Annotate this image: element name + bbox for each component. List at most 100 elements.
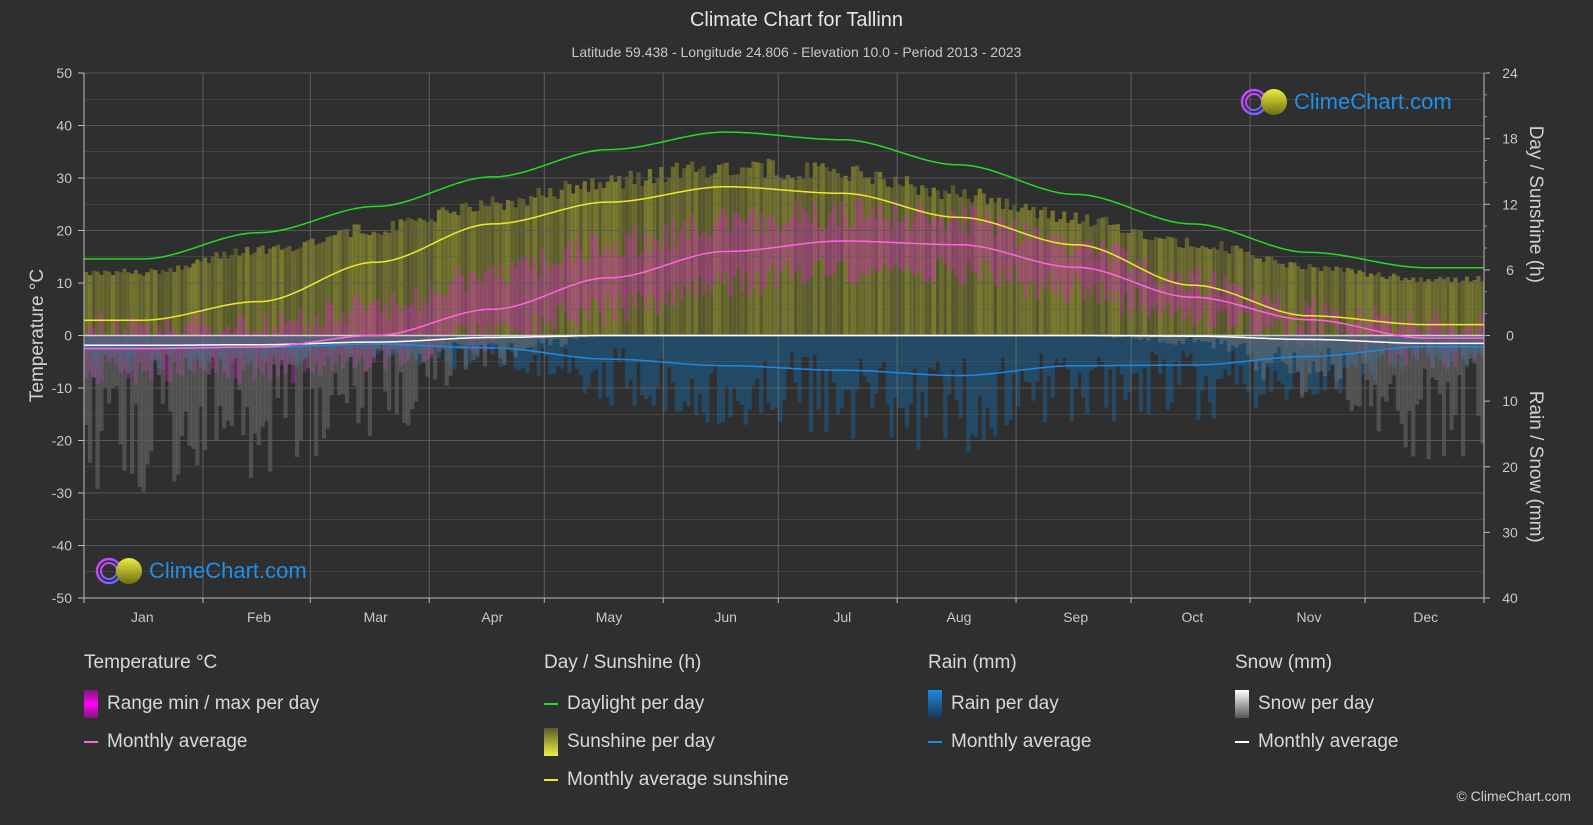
right-bottom-tick-label: 40 xyxy=(1502,590,1518,606)
rain-day-bar xyxy=(709,335,714,374)
snow-day-bar xyxy=(475,335,480,356)
temp-range-bar xyxy=(513,267,518,327)
rain-day-bar xyxy=(1019,335,1025,371)
snow-avg-swatch xyxy=(1235,741,1249,743)
rain-day-bar xyxy=(770,335,775,410)
snow-day-bar xyxy=(1288,335,1293,374)
snow-day-bar xyxy=(1368,335,1374,407)
snow-day-bar xyxy=(172,335,177,482)
temp-range-bar xyxy=(812,200,818,264)
temp-range-bar xyxy=(862,220,867,275)
sunshine-day-bar xyxy=(176,265,181,336)
snow-day-bar xyxy=(195,335,200,466)
snow-day-bar xyxy=(1411,335,1416,457)
temp-range-bar xyxy=(1096,251,1101,304)
snow-day-bar xyxy=(1292,335,1297,353)
rain-day-bar xyxy=(1207,335,1213,403)
temp-range-bar xyxy=(674,246,679,282)
rain-day-bar xyxy=(1165,335,1170,411)
snow-day-bar xyxy=(486,335,491,344)
sunshine-day-bar xyxy=(245,246,250,336)
snow-day-bar xyxy=(333,335,338,374)
snow-day-bar xyxy=(314,335,319,456)
temp-range-bar xyxy=(594,235,599,300)
temp-range-bar xyxy=(640,251,645,296)
sunshine-day-bar xyxy=(210,256,215,336)
rain-day-bar xyxy=(674,335,679,413)
temp-range-bar xyxy=(1108,263,1113,291)
snow-day-bar xyxy=(252,335,258,434)
temp-range-bar xyxy=(843,216,848,262)
temp-range-bar xyxy=(601,251,607,325)
snow-day-bar xyxy=(183,335,188,412)
sunshine-day-bar xyxy=(160,270,165,336)
rain-day-bar xyxy=(1065,335,1071,370)
temp-range-bar xyxy=(728,232,733,298)
temp-range-bar xyxy=(609,254,614,309)
rain-day-bar xyxy=(1008,335,1013,420)
temp-range-bar xyxy=(686,239,691,294)
snow-day-bar xyxy=(256,335,261,446)
snow-day-bar xyxy=(179,335,185,437)
rain-day-bar xyxy=(1177,335,1182,386)
month-label: Jan xyxy=(131,609,154,625)
snow-day-bar xyxy=(95,335,100,489)
temp-range-bar xyxy=(1238,286,1243,314)
temp-range-bar xyxy=(586,260,591,320)
snow-day-bar xyxy=(1345,335,1351,401)
rain-day-bar xyxy=(897,335,902,409)
temp-range-bar xyxy=(924,216,929,283)
temp-range-bar xyxy=(720,207,725,285)
snow-day-bar xyxy=(176,335,181,475)
rain-day-bar xyxy=(1062,335,1067,359)
sunshine-day-bar xyxy=(935,190,940,336)
snow-day-bar xyxy=(364,335,369,371)
copyright: © ClimeChart.com xyxy=(1456,788,1571,804)
snow-day-bar xyxy=(1338,335,1343,380)
temp-range-bar xyxy=(1196,267,1201,322)
sunshine-day-bar xyxy=(1460,280,1466,336)
rain-day-bar xyxy=(597,335,603,399)
snow-day-bar xyxy=(1173,335,1178,345)
snow-day-bar xyxy=(410,335,415,410)
sunshine-day-bar xyxy=(195,259,200,336)
snow-day-bar xyxy=(379,335,384,351)
left-tick-label: -40 xyxy=(52,538,72,554)
sunshine-day-bar xyxy=(1219,241,1224,336)
left-tick-label: 0 xyxy=(64,328,72,344)
logo-top-right[interactable]: ClimeChart.com xyxy=(1240,87,1452,117)
temp-range-bar xyxy=(996,218,1002,287)
snow-day-bar xyxy=(103,335,108,388)
snow-day-bar xyxy=(321,335,327,439)
rain-day-bar xyxy=(1035,335,1040,382)
snow-day-bar xyxy=(387,335,392,411)
temp-range-bar xyxy=(889,227,894,271)
snow-day-bar xyxy=(1319,335,1324,372)
legend-item-snow-avg: Monthly average xyxy=(1235,728,1398,756)
temp-range-bar xyxy=(544,260,549,325)
rain-day-bar xyxy=(705,335,710,423)
snow-day-bar xyxy=(1430,335,1435,378)
temp-range-bar xyxy=(613,241,618,323)
temp-range-bar xyxy=(931,217,936,285)
snow-day-bar xyxy=(206,335,211,375)
temp-range-bar xyxy=(1200,299,1205,317)
legend-item-rain: Rain per day xyxy=(928,690,1091,718)
temp-range-bar xyxy=(678,230,683,300)
rain-day-bar xyxy=(977,335,982,396)
rain-day-bar xyxy=(954,335,959,401)
sunshine-day-bar xyxy=(966,198,971,336)
temp-range-bar xyxy=(716,216,722,273)
sunshine-day-bar xyxy=(1242,251,1247,336)
snow-day-bar xyxy=(1422,335,1427,369)
rain-day-bar xyxy=(824,335,829,432)
temp-range-bar xyxy=(1215,289,1220,314)
rain-day-bar xyxy=(828,335,833,370)
logo-bottom-left[interactable]: ClimeChart.com xyxy=(95,556,307,586)
rain-day-bar xyxy=(1196,335,1201,420)
rain-day-bar xyxy=(1200,335,1205,391)
temp-range-bar xyxy=(977,225,982,282)
sunshine-day-bar xyxy=(229,254,234,336)
temp-avg-swatch xyxy=(84,741,98,743)
snow-swatch xyxy=(1235,690,1249,718)
